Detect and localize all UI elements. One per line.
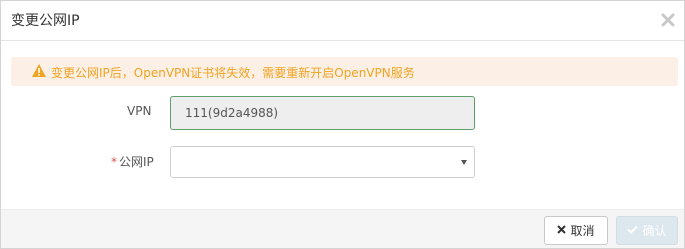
public-ip-label-text: 公网IP <box>119 155 154 169</box>
cancel-button-label: 取消 <box>570 224 595 238</box>
dialog-footer: 取消 确认 <box>1 209 684 248</box>
confirm-button-label: 确认 <box>642 224 667 238</box>
dialog-title: 变更公网IP <box>11 13 80 29</box>
check-icon <box>627 225 639 236</box>
warning-icon <box>31 63 47 78</box>
vpn-field <box>170 96 475 130</box>
dialog-header: 变更公网IP <box>1 1 684 41</box>
alert-message: 变更公网IP后，OpenVPN证书将失效，需要重新开启OpenVPN服务 <box>51 66 415 80</box>
public-ip-select[interactable] <box>170 146 475 178</box>
vpn-input <box>171 97 474 129</box>
warning-alert: 变更公网IP后，OpenVPN证书将失效，需要重新开启OpenVPN服务 <box>11 57 678 86</box>
public-ip-label: * 公网IP <box>111 153 154 170</box>
confirm-button[interactable]: 确认 <box>616 216 678 245</box>
required-mark: * <box>111 155 117 169</box>
close-icon[interactable] <box>660 12 676 28</box>
change-public-ip-dialog: 变更公网IP 变更公网IP后，OpenVPN证书将失效，需要重新开启OpenVP… <box>0 0 685 249</box>
times-icon <box>557 225 567 236</box>
cancel-button[interactable]: 取消 <box>544 216 608 245</box>
vpn-label: VPN <box>127 104 152 118</box>
caret-down-icon <box>461 160 467 165</box>
